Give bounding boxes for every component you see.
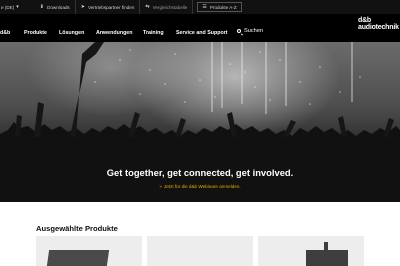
nav-item-loesungen[interactable]: Lösungen xyxy=(59,30,84,36)
compare-label: Vergleichstabelle xyxy=(152,4,188,10)
chevron-down-icon: ▾ xyxy=(16,4,19,10)
featured-products-title: Ausgewählte Produkte xyxy=(36,224,118,233)
products-az-link[interactable]: ☰ Produkte A-Z xyxy=(197,2,242,12)
utility-bar: e (DE) ▾ ⬇ Downloads ➤ Vertriebspartner fin… xyxy=(0,0,400,14)
hero-image xyxy=(0,42,400,202)
main-nav: d&b Produkte Lösungen Anwendungen Traini… xyxy=(0,14,400,42)
compare-link[interactable]: ⇆ Vergleichstabelle xyxy=(140,0,194,14)
downloads-label: Downloads xyxy=(47,4,70,10)
logo-line2: audiotechnik xyxy=(358,24,399,31)
nav-item-service-support[interactable]: Service and Support xyxy=(176,30,228,36)
arrow-right-icon: » xyxy=(159,184,162,189)
product-image xyxy=(46,250,110,266)
language-selector[interactable]: e (DE) ▾ xyxy=(0,0,24,14)
search-icon xyxy=(237,29,241,33)
hero-cta-link[interactable]: » Jetzt für die d&b Webinare anmelden. xyxy=(0,184,400,189)
downloads-link[interactable]: ⬇ Downloads xyxy=(35,0,76,14)
download-icon: ⬇ xyxy=(39,4,44,10)
dnb-logo[interactable]: d&b audiotechnik xyxy=(358,17,400,31)
hero-banner: Get together, get connected, get involve… xyxy=(0,42,400,202)
nav-item-produkte[interactable]: Produkte xyxy=(24,30,47,36)
product-card[interactable] xyxy=(258,236,364,266)
nav-item-training[interactable]: Training xyxy=(143,30,164,36)
product-image xyxy=(306,250,348,266)
find-partner-label: Vertriebspartner finden xyxy=(87,4,135,10)
find-partner-link[interactable]: ➤ Vertriebspartner finden xyxy=(76,0,141,14)
list-icon: ☰ xyxy=(202,4,207,10)
search-label: Suchen xyxy=(244,28,263,34)
search-button[interactable]: Suchen xyxy=(237,28,263,34)
nav-home[interactable]: d&b xyxy=(0,30,10,36)
hero-title: Get together, get connected, get involve… xyxy=(106,167,294,178)
location-icon: ➤ xyxy=(80,4,85,10)
product-handle xyxy=(324,242,328,250)
compare-icon: ⇆ xyxy=(145,4,150,10)
logo-line1: d&b xyxy=(358,17,372,24)
product-card[interactable] xyxy=(36,236,142,266)
nav-item-anwendungen[interactable]: Anwendungen xyxy=(96,30,133,36)
product-card[interactable] xyxy=(147,236,253,266)
products-az-label: Produkte A-Z xyxy=(209,4,237,10)
language-label: e (DE) xyxy=(1,4,15,10)
hero-cta-label: Jetzt für die d&b Webinare anmelden. xyxy=(163,184,241,189)
